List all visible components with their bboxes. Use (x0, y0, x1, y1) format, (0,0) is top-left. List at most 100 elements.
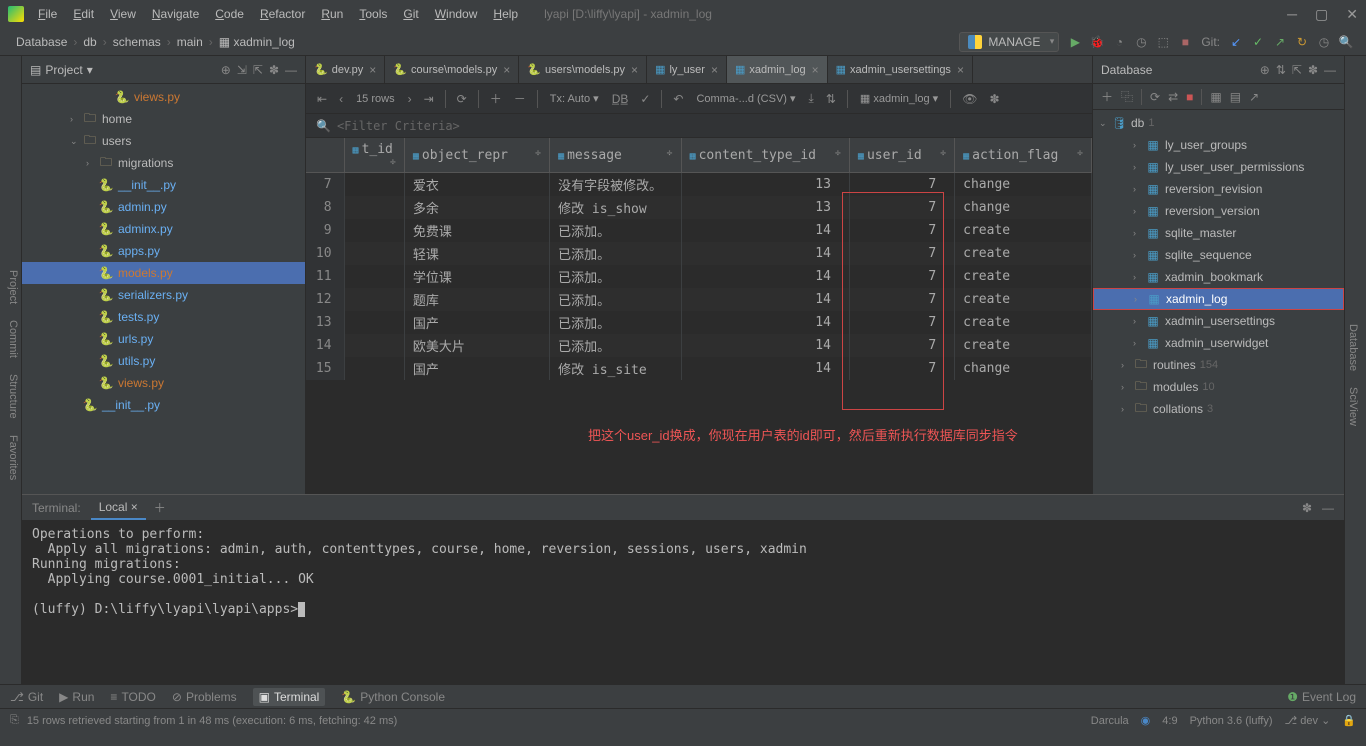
first-page-icon[interactable]: ⇤ (314, 92, 330, 106)
collapse-icon[interactable]: ⇱ (253, 63, 263, 77)
tree-item-admin-py[interactable]: 🐍admin.py (22, 196, 305, 218)
db-sync-icon[interactable]: ⇄ (1168, 90, 1178, 104)
tree-item-utils-py[interactable]: 🐍utils.py (22, 350, 305, 372)
caret-position[interactable]: 4:9 (1162, 715, 1177, 727)
event-log-button[interactable]: Event Log (1302, 690, 1356, 704)
menu-refactor[interactable]: Refactor (254, 5, 311, 23)
db-jump-icon[interactable]: ↗ (1249, 90, 1259, 104)
gutter-project[interactable]: Project (5, 262, 21, 312)
db-root[interactable]: ⌄🛢db1 (1093, 112, 1344, 134)
tab-close-icon[interactable]: × (369, 63, 376, 77)
extractor-dropdown[interactable]: Comma-...d (CSV) ▾ (692, 92, 799, 105)
db-stop-icon[interactable]: ■ (1186, 90, 1193, 104)
settings-gear-icon[interactable]: ✽ (986, 92, 1002, 106)
lock-icon[interactable]: 🔒 (1342, 714, 1356, 727)
gutter-sciview[interactable]: SciView (1345, 379, 1361, 434)
tree-item-__init__-py[interactable]: 🐍__init__.py (22, 394, 305, 416)
menu-window[interactable]: Window (429, 5, 484, 23)
db-duplicate-icon[interactable]: ⿻ (1121, 88, 1133, 105)
tree-item-home[interactable]: ›🗀home (22, 108, 305, 130)
breadcrumb-db[interactable]: db (79, 35, 100, 49)
db-locate-icon[interactable]: ⊕ (1260, 63, 1270, 77)
tool-python-console[interactable]: 🐍 Python Console (341, 690, 445, 704)
tree-item-migrations[interactable]: ›🗀migrations (22, 152, 305, 174)
project-panel-title[interactable]: ▤ Project ▾ (30, 63, 93, 77)
db-folder-routines[interactable]: ›🗀routines154 (1093, 354, 1344, 376)
run-config-dropdown[interactable]: MANAGE (959, 32, 1059, 52)
next-page-icon[interactable]: › (405, 92, 415, 106)
db-table-xadmin_usersettings[interactable]: ›▦xadmin_usersettings (1093, 310, 1344, 332)
tool-todo[interactable]: ≡ TODO (110, 690, 155, 704)
table-row[interactable]: 11学位课已添加。147create (306, 265, 1092, 288)
table-row[interactable]: 13国产已添加。147create (306, 311, 1092, 334)
profile-icon[interactable]: ◷ (1133, 34, 1149, 50)
db-table-ly_user_groups[interactable]: ›▦ly_user_groups (1093, 134, 1344, 156)
db-folder-modules[interactable]: ›🗀modules10 (1093, 376, 1344, 398)
gutter-commit[interactable]: Commit (5, 312, 21, 366)
menu-navigate[interactable]: Navigate (146, 5, 205, 23)
tree-item-serializers-py[interactable]: 🐍serializers.py (22, 284, 305, 306)
remove-row-icon[interactable]: － (511, 90, 529, 107)
db-table-xadmin_userwidget[interactable]: ›▦xadmin_userwidget (1093, 332, 1344, 354)
db-table-reversion_version[interactable]: ›▦reversion_version (1093, 200, 1344, 222)
column-message[interactable]: ▦message÷ (550, 138, 682, 173)
reload-icon[interactable]: ⟳ (454, 92, 470, 106)
breadcrumb-Database[interactable]: Database (12, 35, 71, 49)
menu-tools[interactable]: Tools (353, 5, 393, 23)
tool-problems[interactable]: ⊘ Problems (172, 690, 237, 704)
db-table-icon[interactable]: ▦ (1210, 90, 1221, 104)
breadcrumb-schemas[interactable]: schemas (109, 35, 165, 49)
tree-item-apps-py[interactable]: 🐍apps.py (22, 240, 305, 262)
tree-item-users[interactable]: ⌄🗀users (22, 130, 305, 152)
db-settings-icon[interactable]: ✽ (1308, 63, 1318, 77)
view-icon[interactable]: 👁 (959, 92, 980, 106)
db-table-sqlite_sequence[interactable]: ›▦sqlite_sequence (1093, 244, 1344, 266)
db-collapse-icon[interactable]: ⇱ (1292, 63, 1302, 77)
tab-xadmin_usersettings[interactable]: ▦xadmin_usersettings× (828, 56, 973, 83)
column-t_id[interactable]: ▦t_id÷ (344, 138, 404, 173)
tree-item-adminx-py[interactable]: 🐍adminx.py (22, 218, 305, 240)
menu-help[interactable]: Help (487, 5, 524, 23)
terminal-output[interactable]: Operations to perform: Apply all migrati… (22, 521, 1344, 684)
tab-dev-py[interactable]: 🐍dev.py× (306, 56, 385, 83)
tree-item-views-py[interactable]: 🐍views.py (22, 86, 305, 108)
export-icon[interactable]: ⤓ (806, 91, 817, 106)
submit-icon[interactable]: ✓ (637, 92, 653, 106)
db-add-icon[interactable]: ＋ (1101, 88, 1113, 105)
tool-run[interactable]: ▶ Run (59, 690, 94, 704)
breadcrumb-main[interactable]: main (173, 35, 207, 49)
tree-item-__init__-py[interactable]: 🐍__init__.py (22, 174, 305, 196)
table-row[interactable]: 12题库已添加。147create (306, 288, 1092, 311)
stop-icon[interactable]: ■ (1177, 34, 1193, 50)
expand-icon[interactable]: ⇲ (237, 63, 247, 77)
tab-users-models-py[interactable]: 🐍users\models.py× (519, 56, 647, 83)
gutter-structure[interactable]: Structure (5, 366, 21, 427)
hide-icon[interactable]: — (285, 63, 297, 77)
menu-file[interactable]: File (32, 5, 63, 23)
concurrency-icon[interactable]: ⬚ (1155, 34, 1171, 50)
db-refresh-icon[interactable]: ⟳ (1150, 90, 1160, 104)
git-push-icon[interactable]: ↗ (1272, 34, 1288, 50)
data-grid[interactable]: ▦t_id÷▦object_repr÷▦message÷▦content_typ… (306, 138, 1092, 494)
db-table-ly_user_user_permissions[interactable]: ›▦ly_user_user_permissions (1093, 156, 1344, 178)
tree-item-tests-py[interactable]: 🐍tests.py (22, 306, 305, 328)
table-dropdown[interactable]: ▦ xadmin_log ▾ (856, 92, 942, 105)
table-row[interactable]: 10轻课已添加。147create (306, 242, 1092, 265)
column-object_repr[interactable]: ▦object_repr÷ (404, 138, 549, 173)
close-icon[interactable]: ✕ (1346, 6, 1358, 23)
tab-ly_user[interactable]: ▦ly_user× (647, 56, 727, 83)
tree-item-models-py[interactable]: 🐍models.py (22, 262, 305, 284)
db-table-reversion_revision[interactable]: ›▦reversion_revision (1093, 178, 1344, 200)
filter-criteria-input[interactable]: 🔍 <Filter Criteria> (306, 114, 1092, 138)
db-console-icon[interactable]: ▤ (1230, 90, 1241, 104)
tool-terminal[interactable]: ▣ Terminal (253, 688, 326, 706)
menu-git[interactable]: Git (397, 5, 424, 23)
tab-close-icon[interactable]: × (957, 63, 964, 77)
tab-course-models-py[interactable]: 🐍course\models.py× (385, 56, 519, 83)
tool-git[interactable]: ⎇ Git (10, 690, 43, 704)
import-icon[interactable]: ⇅ (823, 92, 839, 106)
column-content_type_id[interactable]: ▦content_type_id÷ (681, 138, 849, 173)
git-pull-icon[interactable]: ↙ (1228, 34, 1244, 50)
db-hide-icon[interactable]: — (1324, 63, 1336, 77)
menu-view[interactable]: View (104, 5, 142, 23)
